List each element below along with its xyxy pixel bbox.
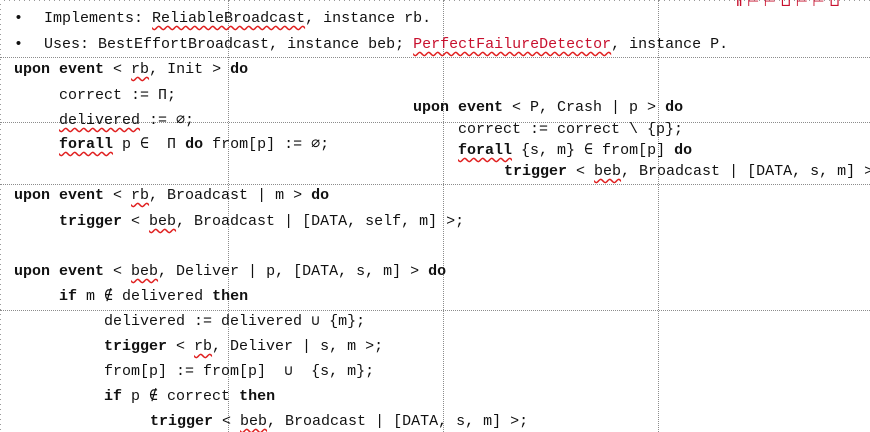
implements-bullet: • Implements: ReliableBroadcast, instance… — [14, 10, 432, 27]
grid-line — [0, 310, 870, 311]
grid-line — [658, 0, 659, 432]
broadcast-handler-header: upon event < rb, Broadcast | m > do — [14, 187, 330, 204]
deliver-delivered-line: delivered := delivered ∪ {m}; — [104, 313, 366, 330]
crash-trigger-line: trigger < beb, Broadcast | [DATA, s, m] … — [504, 163, 870, 180]
page-corner-marks: Ⅱ ⊢ ⊢ ⊔ ⊢ ⊢ ⊔ — [735, 0, 840, 10]
deliver-trigger-beb-line: trigger < beb, Broadcast | [DATA, s, m] … — [150, 413, 529, 430]
deliver-trigger-rb-line: trigger < rb, Deliver | s, m >; — [104, 338, 384, 355]
init-delivered-line: delivered := ∅; — [59, 112, 195, 129]
deliver-if-line: if m ∉ delivered then — [59, 288, 249, 305]
document-page: Ⅱ ⊢ ⊢ ⊔ ⊢ ⊢ ⊔ • Implements: ReliableBroad… — [0, 0, 870, 432]
init-correct-line: correct := Π; — [59, 87, 177, 104]
init-forall-line: forall p ∈ Π do from[p] := ∅; — [59, 136, 330, 153]
deliver-if-correct-line: if p ∉ correct then — [104, 388, 276, 405]
crash-correct-line: correct := correct \ {p}; — [458, 121, 684, 138]
init-handler-header: upon event < rb, Init > do — [14, 61, 249, 78]
grid-line — [0, 184, 870, 185]
broadcast-trigger-line: trigger < beb, Broadcast | [DATA, self, … — [59, 213, 465, 230]
uses-bullet: • Uses: BestEffortBroadcast, instance beb… — [14, 36, 729, 53]
deliver-from-line: from[p] := from[p] ∪ {s, m}; — [104, 363, 375, 380]
deliver-handler-header: upon event < beb, Deliver | p, [DATA, s,… — [14, 263, 447, 280]
grid-line — [0, 57, 870, 58]
crash-forall-line: forall {s, m} ∈ from[p] do — [458, 142, 693, 159]
crash-handler-header: upon event < P, Crash | p > do — [413, 99, 684, 116]
